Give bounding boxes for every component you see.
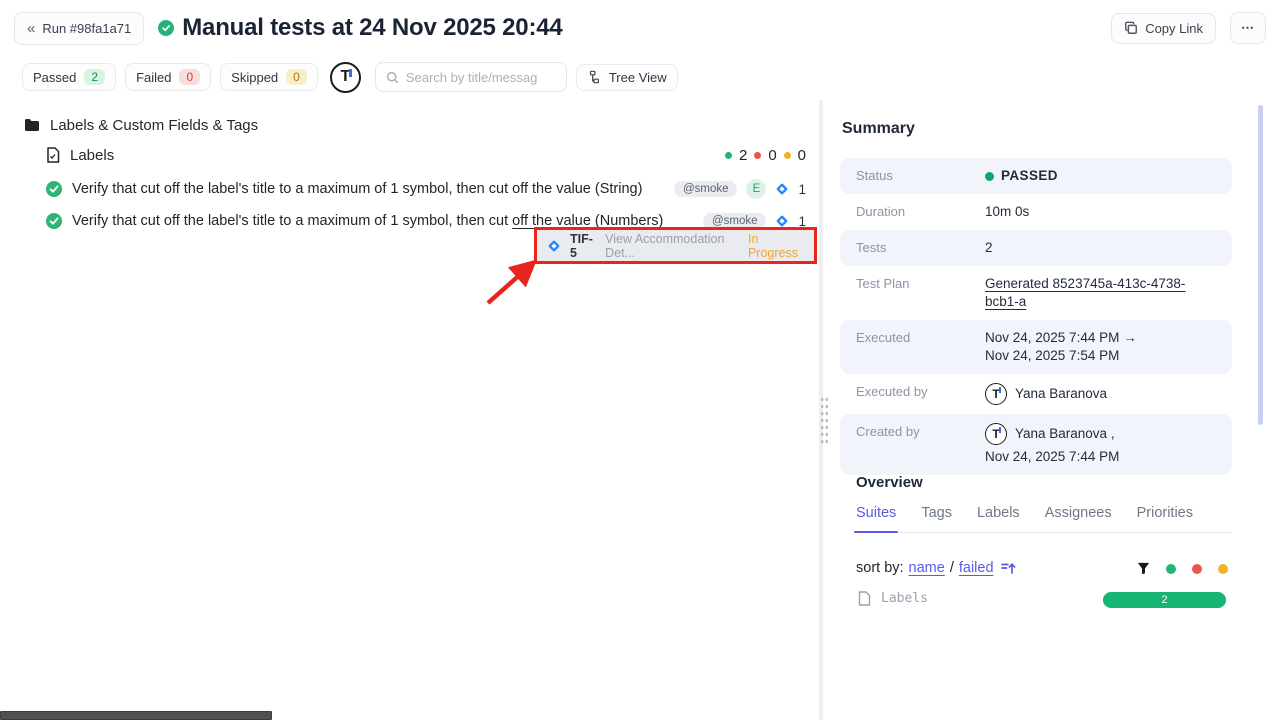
test-passed-icon xyxy=(46,181,62,197)
sort-by-failed-link[interactable]: failed xyxy=(959,560,994,576)
status-dot-icon xyxy=(985,172,994,181)
summary-row-created-by: Created by T Yana Baranova , Nov 24, 202… xyxy=(840,414,1232,475)
tree-view-label: Tree View xyxy=(609,70,667,85)
file-icon xyxy=(858,591,871,606)
summary-row-executed-by: Executed by T Yana Baranova xyxy=(840,374,1232,414)
copy-link-button[interactable]: Copy Link xyxy=(1111,13,1216,44)
overview-tabs: Suites Tags Labels Assignees Priorities xyxy=(856,505,1232,533)
summary-row-executed: Executed Nov 24, 2025 7:44 PM → Nov 24, … xyxy=(840,320,1232,374)
test-row[interactable]: Verify that cut off the label's title to… xyxy=(46,178,806,200)
filter-failed-button[interactable]: Failed 0 xyxy=(125,63,211,91)
created-at: Nov 24, 2025 7:44 PM xyxy=(985,448,1119,466)
sort-controls: sort by: name / failed xyxy=(856,560,1016,576)
skipped-count-badge: 0 xyxy=(286,69,307,85)
jira-icon[interactable] xyxy=(775,214,789,228)
tab-priorities[interactable]: Priorities xyxy=(1137,505,1193,521)
suite-name: Labels xyxy=(70,147,114,164)
tab-tags[interactable]: Tags xyxy=(921,505,952,521)
summary-row-test-plan: Test Plan Generated 8523745a-413c-4738-b… xyxy=(840,266,1232,320)
jira-icon[interactable] xyxy=(775,182,789,196)
tab-assignees[interactable]: Assignees xyxy=(1045,505,1112,521)
sort-by-label: sort by: xyxy=(856,560,904,576)
issue-title[interactable]: View Accommodation Det... xyxy=(605,232,739,260)
user-avatar: T xyxy=(985,383,1007,405)
avatar-blue-mark xyxy=(349,69,352,77)
sort-ascending-icon[interactable] xyxy=(1001,561,1016,575)
tree-view-button[interactable]: Tree View xyxy=(576,64,678,91)
test-plan-link[interactable]: Generated 8523745a-413c-4738-bcb1-a xyxy=(985,275,1216,311)
user-avatar: T xyxy=(985,423,1007,445)
tab-labels[interactable]: Labels xyxy=(977,505,1020,521)
annotation-arrow xyxy=(470,248,550,314)
chevron-double-left-icon: « xyxy=(27,20,35,37)
page-title: Manual tests at 24 Nov 2025 20:44 xyxy=(182,14,562,42)
back-to-run-button[interactable]: « Run #98fa1a71 xyxy=(14,12,144,45)
passed-progress-bar[interactable]: 2 xyxy=(1103,592,1226,608)
tag-badge[interactable]: @smoke xyxy=(674,181,738,197)
search-box xyxy=(375,62,567,92)
assignee-avatar[interactable]: T xyxy=(330,62,361,93)
issue-status: In Progress xyxy=(748,232,804,260)
passed-dot-icon xyxy=(725,152,732,159)
overview-suite-label: Labels xyxy=(881,591,928,606)
summary-row-duration: Duration 10m 0s xyxy=(840,194,1232,230)
issue-count: 1 xyxy=(798,182,806,197)
status-badge: PASSED xyxy=(985,167,1058,185)
suite-stats: 2 0 0 xyxy=(725,147,806,164)
splitter-grip-handle[interactable] xyxy=(820,396,829,444)
sidebar-scrollbar[interactable] xyxy=(1258,105,1263,425)
tree-suite-row[interactable]: Labels 2 0 0 xyxy=(46,144,806,166)
passed-filter-label: Passed xyxy=(33,70,76,85)
horizontal-scrollbar[interactable] xyxy=(0,711,272,720)
summary-row-status: Status PASSED xyxy=(840,158,1232,194)
tree-view-icon xyxy=(587,70,601,84)
chart-filter-icons xyxy=(1137,562,1228,575)
copy-link-label: Copy Link xyxy=(1145,21,1203,36)
passed-legend-dot[interactable] xyxy=(1166,564,1176,574)
failed-count-badge: 0 xyxy=(179,69,200,85)
tab-suites[interactable]: Suites xyxy=(856,505,896,521)
filter-passed-button[interactable]: Passed 2 xyxy=(22,63,116,91)
created-by-name: Yana Baranova , xyxy=(1015,425,1115,443)
annotation-highlight-box: TIF-5 View Accommodation Det... In Progr… xyxy=(534,227,817,264)
skipped-legend-dot[interactable] xyxy=(1218,564,1228,574)
funnel-filter-icon[interactable] xyxy=(1137,562,1150,575)
filter-bar: Passed 2 Failed 0 Skipped 0 T Tree View xyxy=(0,58,1280,96)
test-passed-icon xyxy=(46,213,62,229)
search-icon xyxy=(386,71,399,84)
failed-dot-icon xyxy=(754,152,761,159)
more-actions-button[interactable]: ⋯ xyxy=(1230,12,1266,44)
jira-issue-popup[interactable]: TIF-5 View Accommodation Det... In Progr… xyxy=(537,230,814,261)
summary-row-tests: Tests 2 xyxy=(840,230,1232,266)
suite-passed-count: 2 xyxy=(739,147,747,164)
search-input[interactable] xyxy=(406,70,546,85)
suite-file-icon xyxy=(46,147,60,163)
suite-skipped-count: 0 xyxy=(798,147,806,164)
skipped-dot-icon xyxy=(784,152,791,159)
filter-skipped-button[interactable]: Skipped 0 xyxy=(220,63,318,91)
passed-check-icon xyxy=(158,20,174,36)
failed-legend-dot[interactable] xyxy=(1192,564,1202,574)
folder-icon xyxy=(24,118,40,132)
tree-folder-row[interactable]: Labels & Custom Fields & Tags xyxy=(24,114,258,136)
summary-table: Status PASSED Duration 10m 0s Tests 2 Te… xyxy=(840,158,1232,475)
header: « Run #98fa1a71 Manual tests at 24 Nov 2… xyxy=(0,0,1280,56)
failed-filter-label: Failed xyxy=(136,70,171,85)
skipped-filter-label: Skipped xyxy=(231,70,278,85)
summary-heading: Summary xyxy=(842,120,915,138)
copy-icon xyxy=(1124,21,1138,35)
test-title: Verify that cut off the label's title to… xyxy=(72,181,642,197)
env-badge[interactable]: E xyxy=(746,179,766,199)
back-to-run-label: Run #98fa1a71 xyxy=(42,21,131,36)
folder-name: Labels & Custom Fields & Tags xyxy=(50,117,258,134)
overview-heading: Overview xyxy=(856,474,923,491)
executed-by-name: Yana Baranova xyxy=(1015,385,1107,403)
passed-count-badge: 2 xyxy=(84,69,105,85)
overview-suite-row[interactable]: Labels xyxy=(858,591,928,606)
issue-key[interactable]: TIF-5 xyxy=(570,232,596,260)
sort-by-name-link[interactable]: name xyxy=(909,560,945,576)
suite-failed-count: 0 xyxy=(768,147,776,164)
